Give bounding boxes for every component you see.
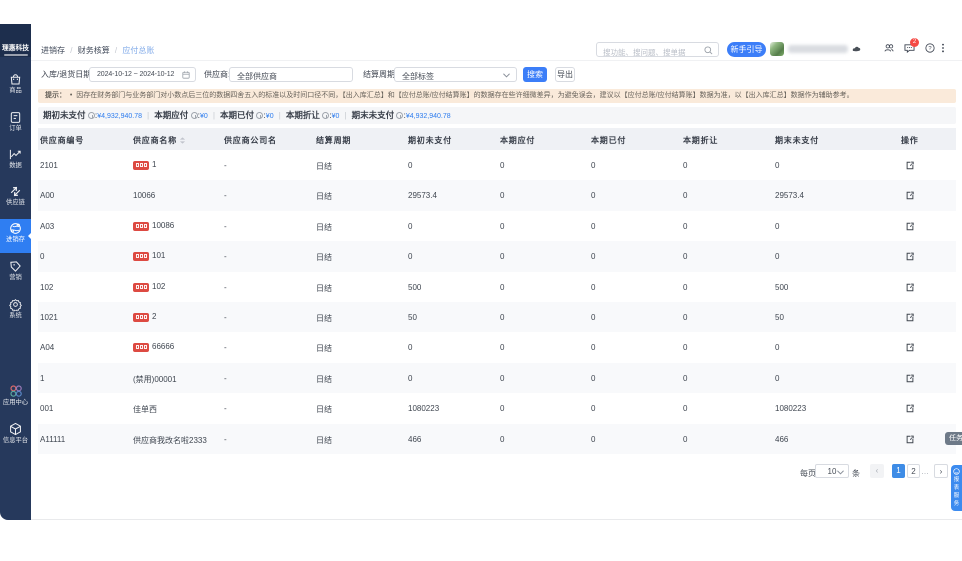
svg-text:?: ?	[928, 46, 932, 52]
